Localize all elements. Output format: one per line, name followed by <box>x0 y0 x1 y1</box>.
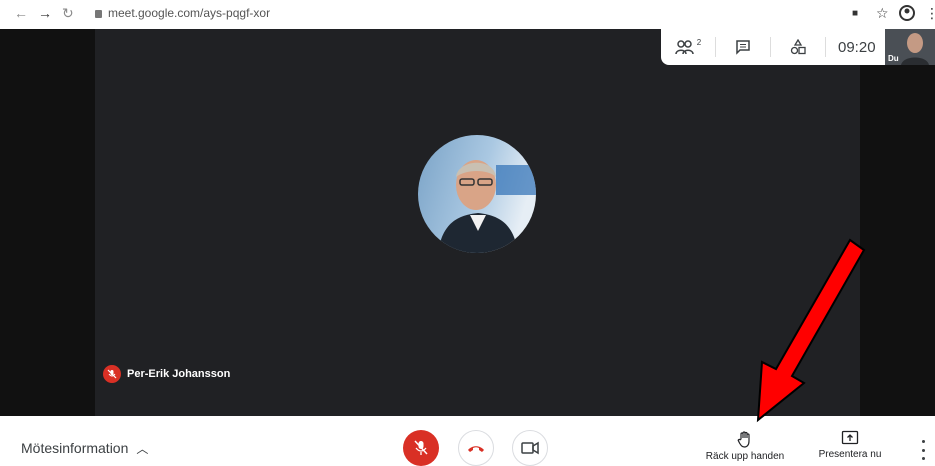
lock-icon <box>95 10 102 18</box>
camera-icon <box>521 441 539 455</box>
reload-icon[interactable]: ↻ <box>62 6 74 20</box>
chat-button[interactable] <box>716 29 770 65</box>
profile-icon[interactable] <box>899 5 915 24</box>
present-now-label: Presentera nu <box>818 449 882 460</box>
microphone-toggle-button[interactable] <box>403 430 439 466</box>
star-icon[interactable]: ☆ <box>876 5 889 22</box>
menu-icon[interactable]: ⋮ <box>925 5 935 22</box>
forward-icon[interactable]: → <box>38 6 52 20</box>
people-button[interactable]: 2 <box>661 29 715 65</box>
more-options-icon[interactable] <box>918 440 928 460</box>
mic-off-icon <box>103 365 121 383</box>
raise-hand-label: Räck upp handen <box>705 451 785 462</box>
meeting-info-button[interactable]: Mötesinformation ︿ <box>21 440 148 457</box>
annotation-arrow <box>756 238 866 423</box>
present-now-button[interactable]: Presentera nu <box>813 430 887 460</box>
divider <box>825 37 826 57</box>
self-view-tile[interactable]: Du <box>885 29 935 65</box>
activities-button[interactable] <box>771 29 825 65</box>
browser-bar: ← → ↻ meet.google.com/ays-pqgf-xor ■ ☆ ⋮ <box>0 0 935 29</box>
meeting-clock: 09:20 <box>838 38 876 56</box>
camera-toggle-button[interactable] <box>512 430 548 466</box>
participant-avatar <box>418 135 536 253</box>
participant-name-tag: Per-Erik Johansson <box>103 364 230 384</box>
hand-icon <box>737 431 750 448</box>
chevron-up-icon: ︿ <box>136 442 149 456</box>
back-icon[interactable]: ← <box>14 6 28 20</box>
raise-hand-button[interactable]: Räck upp handen <box>700 430 790 462</box>
url-text: meet.google.com/ays-pqgf-xor <box>108 6 271 20</box>
self-view-label: Du <box>888 54 899 63</box>
people-count: 2 <box>696 37 702 47</box>
top-info-panel: 2 09:20 <box>661 29 885 65</box>
camera-indicator-icon[interactable]: ■ <box>852 8 858 19</box>
address-bar[interactable]: meet.google.com/ays-pqgf-xor <box>95 6 270 20</box>
meeting-info-label: Mötesinformation <box>21 440 129 456</box>
mic-off-icon <box>414 440 428 455</box>
leave-call-button[interactable] <box>458 430 494 466</box>
participant-name: Per-Erik Johansson <box>127 368 231 380</box>
hangup-icon <box>468 446 484 452</box>
present-icon <box>841 430 859 445</box>
